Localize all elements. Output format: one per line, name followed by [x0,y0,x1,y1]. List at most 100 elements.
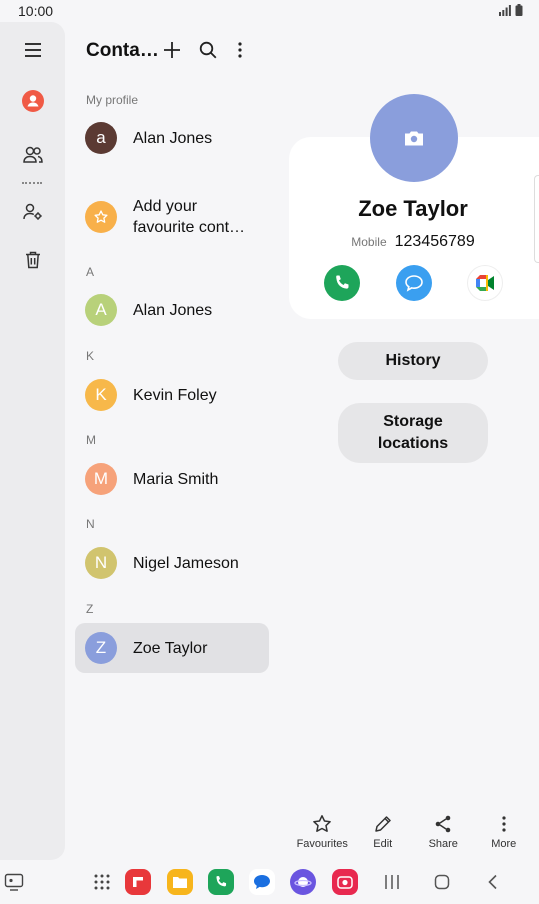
contact-photo-button[interactable] [370,94,458,182]
contact-row-maria-smith[interactable]: M Maria Smith [75,454,269,504]
storage-locations-button[interactable]: Storage locations [338,403,488,463]
phone-type-label: Mobile [351,235,387,249]
desktop-icon [4,873,24,891]
flipboard-app-icon[interactable] [125,869,151,895]
apps-grid-button[interactable] [88,868,116,896]
messages-icon [254,875,270,889]
back-button[interactable] [479,868,507,896]
contact-name: Alan Jones [133,301,213,319]
star-avatar [85,201,117,233]
more-options-button[interactable] [227,36,253,64]
star-outline-icon [313,815,332,832]
trash-button[interactable] [0,240,65,280]
my-profile-row[interactable]: a Alan Jones [75,113,269,163]
favourites-button[interactable]: Favourites [292,814,353,856]
contact-row-alan-jones[interactable]: A Alan Jones [75,285,269,335]
add-favourites-text: Add your favourite cont… [133,198,246,236]
avatar: a [85,122,117,154]
flipboard-icon [133,877,143,887]
phone-icon [336,275,349,289]
status-time: 10:00 [18,3,54,19]
folder-icon [173,877,187,888]
page-title: Conta… [86,40,159,61]
message-button[interactable] [396,265,432,301]
contact-name: Alan Jones [133,129,213,147]
search-icon [199,41,217,59]
avatar: K [85,379,117,411]
home-button[interactable] [428,868,456,896]
meet-video-icon [476,275,494,291]
edit-button[interactable]: Edit [353,814,414,856]
recents-icon [385,875,399,889]
avatar: Z [85,632,117,664]
people-icon [22,146,43,163]
vertical-dots-icon [238,42,242,58]
vertical-dots-icon [502,816,506,832]
rail-divider [22,182,42,184]
phone-icon [216,876,227,887]
avatar: A [85,294,117,326]
section-letter-a: A [86,265,95,279]
video-call-button[interactable] [467,265,503,301]
bottom-toolbar: Favourites Edit Share More [292,814,534,856]
section-letter-m: M [86,433,96,447]
manage-contacts-button[interactable] [0,192,65,232]
contact-name: Maria Smith [133,470,219,488]
planet-icon [294,877,312,887]
section-letter-k: K [86,349,95,363]
camera-icon [405,131,423,146]
navigation-rail [0,22,65,860]
internet-app-icon[interactable] [290,869,316,895]
contact-detail-name: Zoe Taylor [358,196,468,221]
contact-name: Nigel Jameson [133,554,239,572]
call-button[interactable] [324,265,360,301]
my-profile-label: My profile [86,93,139,107]
contact-row-zoe-taylor[interactable]: Z Zoe Taylor [75,623,269,673]
add-favourites-row[interactable]: Add your favourite cont… [75,192,269,242]
section-letter-z: Z [86,602,94,616]
battery-icon [515,4,523,16]
favourites-label: Favourites [296,838,348,850]
status-icons [499,4,523,16]
trash-icon [25,251,40,269]
hamburger-icon [24,43,41,57]
home-icon [434,874,450,890]
more-button[interactable]: More [474,814,535,856]
person-circle-icon [21,90,44,112]
signal-icon [499,5,511,16]
contact-row-kevin-foley[interactable]: K Kevin Foley [75,370,269,420]
history-button[interactable]: History [338,342,488,380]
phone-app-icon[interactable] [208,869,234,895]
profile-button[interactable] [0,81,65,121]
status-bar: 10:00 [0,0,539,22]
grid-icon [94,874,110,890]
phone-number: 123456789 [394,233,475,250]
star-icon [94,210,108,223]
messages-app-icon[interactable] [249,869,275,895]
edit-label: Edit [373,838,393,850]
files-app-icon[interactable] [167,869,193,895]
contact-row-nigel-jameson[interactable]: N Nigel Jameson [75,538,269,588]
search-button[interactable] [195,36,221,64]
menu-button[interactable] [0,30,65,70]
contacts-list-pane: Conta… My profile a Alan Jones Add your … [65,22,285,860]
avatar: N [85,547,117,579]
person-settings-icon [22,203,42,220]
phone-line[interactable]: Mobile 123456789 [289,233,537,251]
recents-button[interactable] [378,868,406,896]
chevron-left-icon [488,874,497,890]
screen-switch-button[interactable] [0,868,28,896]
add-contact-button[interactable] [159,36,185,64]
camera-icon [337,876,353,889]
contacts-button[interactable] [0,135,65,175]
share-button[interactable]: Share [413,814,474,856]
avatar: M [85,463,117,495]
share-label: Share [428,838,458,850]
contact-name: Zoe Taylor [133,639,208,657]
more-label: More [491,838,517,850]
chat-bubble-icon [405,275,423,292]
plus-icon [164,42,180,58]
section-letter-n: N [86,517,95,531]
pencil-icon [375,816,391,832]
camera-app-icon[interactable] [332,869,358,895]
